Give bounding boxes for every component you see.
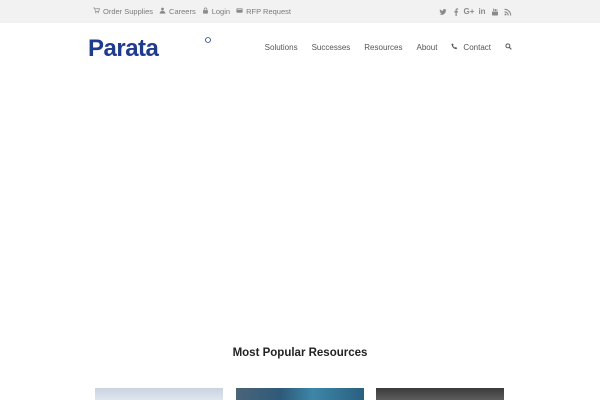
resource-card-1[interactable] <box>95 388 223 400</box>
inbox-icon <box>236 7 243 16</box>
social-links: G+ in <box>439 0 512 23</box>
main-navigation: Solutions Successes Resources About Cont… <box>265 23 512 71</box>
section-title: Most Popular Resources <box>232 347 368 359</box>
nav-contact-label: Contact <box>463 42 491 52</box>
nav-successes-label: Successes <box>311 42 351 52</box>
login-label: Login <box>211 7 231 16</box>
resource-card-3[interactable] <box>376 388 504 400</box>
nav-about[interactable]: About <box>417 43 438 52</box>
twitter-icon[interactable] <box>439 7 447 16</box>
search-button[interactable] <box>505 42 512 52</box>
phone-icon <box>451 42 458 52</box>
login-link[interactable]: Login <box>202 7 230 16</box>
order-supplies-label: Order Supplies <box>103 7 154 16</box>
order-supplies-link[interactable]: Order Supplies <box>93 7 153 16</box>
resource-card-2[interactable] <box>236 388 364 400</box>
nav-contact[interactable]: Contact <box>451 43 491 52</box>
nav-resources-label: Resources <box>364 42 403 52</box>
facebook-icon[interactable] <box>452 7 460 16</box>
linkedin-icon[interactable]: in <box>478 7 486 16</box>
careers-link[interactable]: Careers <box>159 7 196 16</box>
rss-icon[interactable] <box>504 7 512 16</box>
logo-wordmark: Parata <box>88 36 211 60</box>
nav-successes[interactable]: Successes <box>312 43 351 52</box>
utility-links: Order Supplies Careers Login RFP Request <box>93 0 291 23</box>
top-utility-bar: Order Supplies Careers Login RFP Request <box>0 0 600 23</box>
rfp-request-link[interactable]: RFP Request <box>236 7 291 16</box>
nav-resources[interactable]: Resources <box>364 43 402 52</box>
google-plus-icon[interactable]: G+ <box>464 7 475 16</box>
hero-area <box>0 71 600 331</box>
nav-about-label: About <box>416 42 438 52</box>
careers-label: Careers <box>169 7 196 16</box>
youtube-icon[interactable] <box>491 7 499 16</box>
cart-icon <box>93 7 101 16</box>
lock-icon <box>202 7 209 16</box>
site-header: Parata Solutions Successes Resources Abo… <box>0 23 600 71</box>
user-icon <box>159 7 166 16</box>
search-icon <box>505 42 512 52</box>
nav-solutions-label: Solutions <box>264 42 298 52</box>
rfp-request-label: RFP Request <box>246 7 291 16</box>
svg-text:Parata: Parata <box>88 36 160 60</box>
resource-cards <box>0 388 600 400</box>
nav-solutions[interactable]: Solutions <box>265 43 298 52</box>
